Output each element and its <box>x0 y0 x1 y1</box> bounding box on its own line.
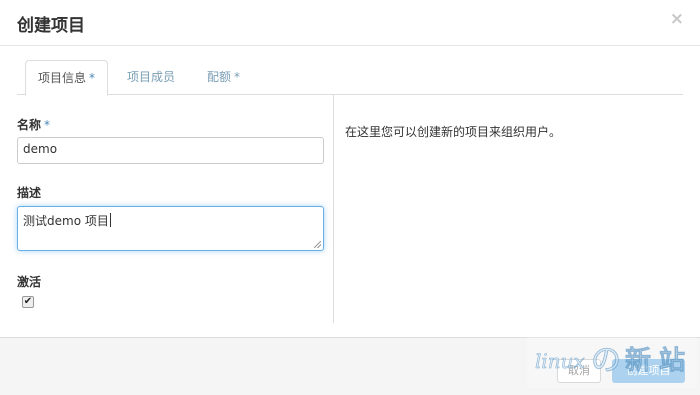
tab-bar: 项目信息 * 项目成员 配额 * <box>17 60 683 96</box>
create-project-button[interactable]: 创建项目 <box>612 359 685 383</box>
tab-label: 项目信息 <box>38 71 87 85</box>
create-project-dialog: 创建项目 × 项目信息 * 项目成员 配额 * 名称 * demo 描述 测试demo… <box>0 0 700 395</box>
tab-project-members[interactable]: 项目成员 <box>115 60 187 95</box>
cancel-button[interactable]: 取消 <box>557 359 601 383</box>
help-text: 在这里您可以创建新的项目来组织用户。 <box>345 125 562 139</box>
required-mark: * <box>44 118 51 132</box>
name-input[interactable]: demo <box>17 137 324 164</box>
required-mark: * <box>89 71 96 85</box>
dialog-title: 创建项目 <box>17 16 85 36</box>
name-label-text: 名称 <box>17 118 42 132</box>
tab-label: 配额 <box>207 70 232 84</box>
enabled-checkbox[interactable]: ✔ <box>22 296 34 308</box>
description-label: 描述 <box>17 186 42 200</box>
dialog-header: 创建项目 × <box>0 0 700 46</box>
description-value: 测试demo 项目 <box>23 214 109 228</box>
enabled-label: 激活 <box>17 275 42 289</box>
close-icon[interactable]: × <box>670 11 684 28</box>
resize-handle-icon[interactable] <box>314 241 321 248</box>
description-textarea[interactable]: 测试demo 项目 <box>17 206 324 251</box>
dialog-footer: 取消 创建项目 <box>0 337 700 395</box>
tab-project-info[interactable]: 项目信息 * <box>25 60 109 96</box>
required-mark: * <box>234 70 241 84</box>
form-pane: 名称 * demo 描述 测试demo 项目 激活 ✔ <box>17 95 334 323</box>
tab-label: 项目成员 <box>127 70 176 84</box>
text-caret <box>109 213 111 227</box>
name-label: 名称 * <box>17 116 50 133</box>
tab-quota[interactable]: 配额 * <box>195 60 252 95</box>
